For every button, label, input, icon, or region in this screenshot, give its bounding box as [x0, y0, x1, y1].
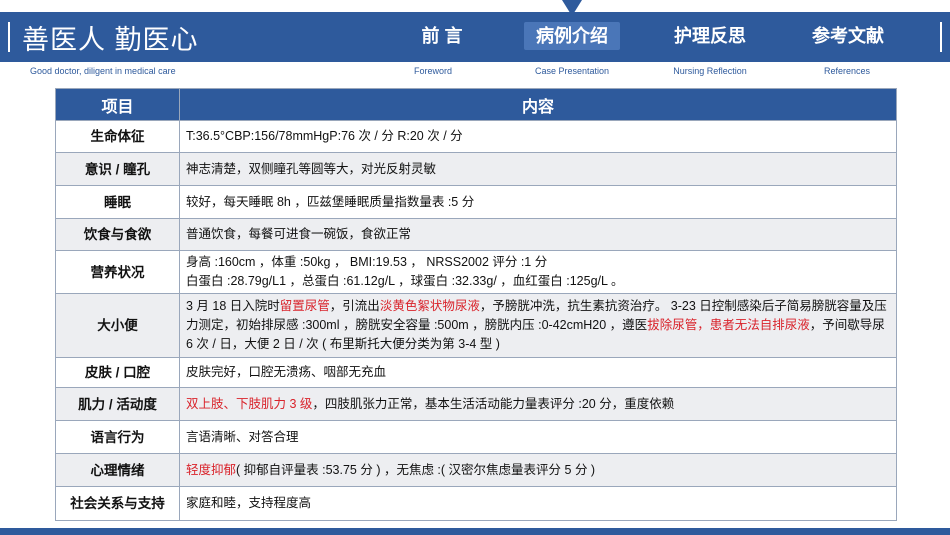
- row-item-label: 语言行为: [55, 420, 180, 454]
- content-text: 家庭和睦，支持程度高: [186, 496, 312, 510]
- row-content: T:36.5°CBP:156/78mmHgP:76 次 / 分 R:20 次 /…: [179, 120, 897, 153]
- nav-foreword[interactable]: 前 言: [402, 22, 482, 50]
- table-body: 生命体征 T:36.5°CBP:156/78mmHgP:76 次 / 分 R:20…: [55, 120, 897, 521]
- content-text: 身高 :160cm ，体重 :50kg ， BMI:19.53 ， NRSS20…: [186, 255, 548, 269]
- row-content: 轻度抑郁( 抑郁自评量表 :53.75 分 ) ，无焦虑 :( 汉密尔焦虑量表评…: [179, 453, 897, 487]
- row-content: 较好，每天睡眠 8h ，匹兹堡睡眠质量指数量表 :5 分: [179, 185, 897, 219]
- content-text: 皮肤完好，口腔无溃疡、咽部无充血: [186, 365, 387, 379]
- nav-foreword-en: Foreword: [413, 66, 452, 76]
- nav-case-presentation[interactable]: 病例介绍: [524, 22, 620, 50]
- brand-divider: [8, 22, 10, 52]
- row-item-label: 生命体征: [55, 120, 180, 153]
- content-text: 普通饮食，每餐可进食一碗饭，食欲正常: [186, 227, 412, 241]
- footer-band: [0, 528, 950, 535]
- content-text: 言语清晰、对答合理: [186, 429, 299, 444]
- nav-nursing-reflection-en: Nursing Reflection: [673, 66, 747, 76]
- nav-references-en: References: [823, 66, 871, 76]
- highlight-text: 双上肢、下肢肌力 3 级: [186, 396, 313, 411]
- header-bar: 善医人 勤医心 Good doctor, diligent in medical…: [0, 0, 950, 82]
- content-text: T:36.5°CBP:156/78mmHgP:76 次 / 分 R:20 次 /…: [186, 129, 463, 143]
- case-table: 项目 内容 生命体征 T:36.5°CBP:156/78mmHgP:76 次 / …: [55, 88, 897, 521]
- table-row: 心理情绪 轻度抑郁( 抑郁自评量表 :53.75 分 ) ，无焦虑 :( 汉密尔焦…: [55, 453, 897, 487]
- content-text: ( 抑郁自评量表 :53.75 分 ) ，无焦虑 :( 汉密尔焦虑量表评分 5 …: [236, 462, 596, 477]
- table-row: 语言行为 言语清晰、对答合理: [55, 420, 897, 454]
- table-row: 社会关系与支持 家庭和睦，支持程度高: [55, 486, 897, 521]
- table-row: 饮食与食欲 普通饮食，每餐可进食一碗饭，食欲正常: [55, 218, 897, 251]
- table-row: 生命体征 T:36.5°CBP:156/78mmHgP:76 次 / 分 R:20…: [55, 120, 897, 153]
- header-item: 项目: [55, 88, 180, 121]
- content-text: 较好，每天睡眠 8h ，匹兹堡睡眠质量指数量表 :5 分: [186, 194, 475, 209]
- table-row: 肌力 / 活动度 双上肢、下肢肌力 3 级，四肢肌张力正常，基本生活活动能力量表评…: [55, 387, 897, 421]
- nav-references[interactable]: 参考文献: [800, 22, 896, 50]
- row-content: 言语清晰、对答合理: [179, 420, 897, 454]
- row-content: 神志清楚，双侧瞳孔等圆等大，对光反射灵敏: [179, 152, 897, 186]
- row-content: 3 月 18 日入院时留置尿管，引流出淡黄色絮状物尿液，予膀胱冲洗，抗生素抗资治…: [179, 293, 897, 358]
- row-item-label: 大小便: [55, 293, 180, 358]
- row-item-label: 社会关系与支持: [55, 486, 180, 521]
- nav-case-presentation-en: Case Presentation: [534, 66, 610, 76]
- highlight-text: 轻度抑郁: [186, 462, 237, 477]
- highlight-text: 留置尿管: [279, 299, 330, 313]
- content-text: 神志清楚，双侧瞳孔等圆等大，对光反射灵敏: [186, 161, 437, 176]
- brand-title: 善医人 勤医心: [22, 25, 199, 55]
- row-item-label: 皮肤 / 口腔: [55, 357, 180, 388]
- header-right-divider: [940, 22, 942, 52]
- row-content: 普通饮食，每餐可进食一碗饭，食欲正常: [179, 218, 897, 251]
- active-tab-pointer: [562, 0, 582, 16]
- content-text: ，四肢肌张力正常，基本生活活动能力量表评分 :20 分，重度依赖: [312, 396, 675, 411]
- table-row: 皮肤 / 口腔 皮肤完好，口腔无溃疡、咽部无充血: [55, 357, 897, 388]
- row-item-label: 饮食与食欲: [55, 218, 180, 251]
- brand-slogan: Good doctor, diligent in medical care: [30, 66, 176, 76]
- table-row: 大小便 3 月 18 日入院时留置尿管，引流出淡黄色絮状物尿液，予膀胱冲洗，抗生素…: [55, 293, 897, 358]
- content-text: ，引流出: [329, 299, 380, 313]
- content-text: 3 月 18 日入院时: [186, 299, 280, 313]
- table-row: 营养状况 身高 :160cm ，体重 :50kg ， BMI:19.53 ， NR…: [55, 250, 897, 294]
- row-item-label: 肌力 / 活动度: [55, 387, 180, 421]
- row-content: 皮肤完好，口腔无溃疡、咽部无充血: [179, 357, 897, 388]
- table-row: 睡眠 较好，每天睡眠 8h ，匹兹堡睡眠质量指数量表 :5 分: [55, 185, 897, 219]
- highlight-text: 淡黄色絮状物尿液: [379, 299, 480, 313]
- row-item-label: 心理情绪: [55, 453, 180, 487]
- content-text: 白蛋白 :28.79g/L1 ，总蛋白 :61.12g/L ，球蛋白 :32.3…: [186, 274, 624, 288]
- row-content: 双上肢、下肢肌力 3 级，四肢肌张力正常，基本生活活动能力量表评分 :20 分，…: [179, 387, 897, 421]
- row-item-label: 睡眠: [55, 185, 180, 219]
- nav-nursing-reflection[interactable]: 护理反思: [662, 22, 758, 50]
- row-content: 家庭和睦，支持程度高: [179, 486, 897, 521]
- row-item-label: 意识 / 瞳孔: [55, 152, 180, 186]
- highlight-text: 拔除尿管，患者无法自排尿液: [647, 318, 810, 332]
- row-content: 身高 :160cm ，体重 :50kg ， BMI:19.53 ， NRSS20…: [179, 250, 897, 294]
- row-item-label: 营养状况: [55, 250, 180, 294]
- header-content: 内容: [179, 88, 897, 121]
- table-header-row: 项目 内容: [55, 88, 897, 121]
- table-row: 意识 / 瞳孔 神志清楚，双侧瞳孔等圆等大，对光反射灵敏: [55, 152, 897, 186]
